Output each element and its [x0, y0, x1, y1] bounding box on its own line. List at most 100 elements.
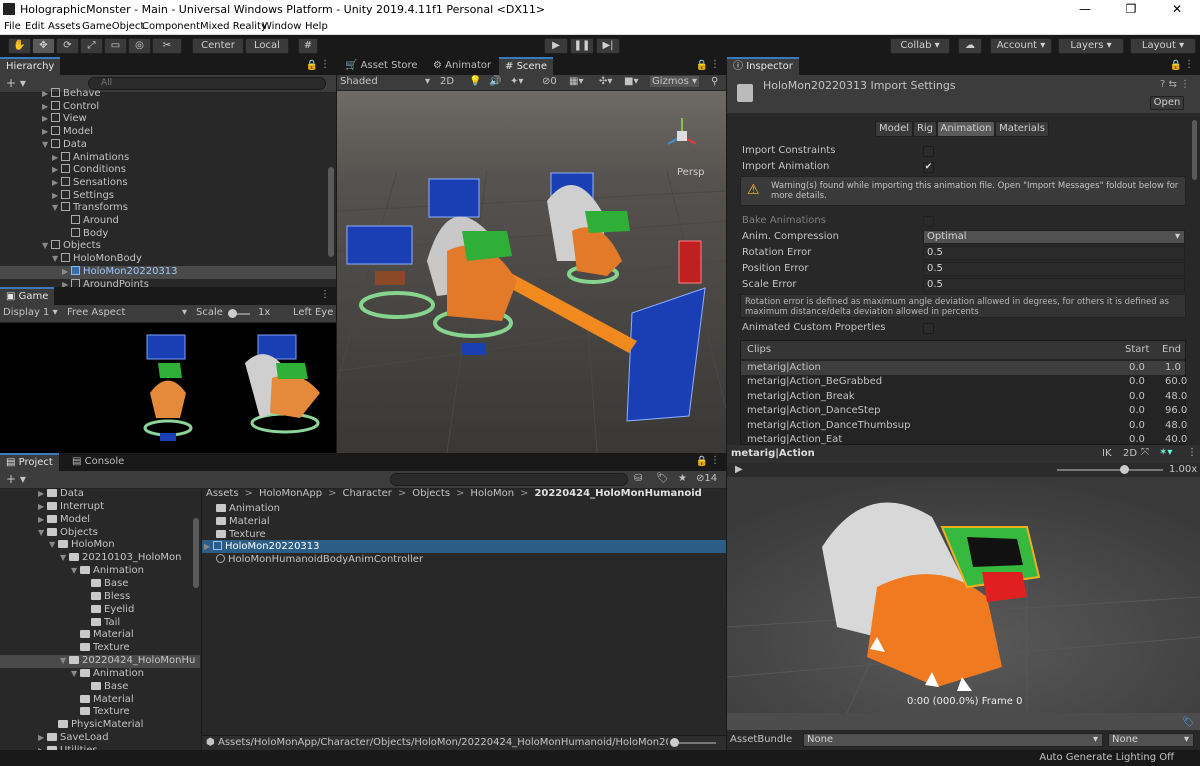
foldout-arrow-icon[interactable]: ▼	[60, 655, 69, 667]
tab-project[interactable]: ▤ Project	[0, 453, 59, 471]
hierarchy-item[interactable]: ▼ HoloMonBody	[52, 253, 142, 265]
close-button[interactable]: ✕	[1154, 0, 1200, 19]
hierarchy-item[interactable]: ▼ Data	[42, 138, 87, 151]
clip-row[interactable]: metarig|Action_Break 0.0 48.0	[747, 390, 1187, 404]
account-dropdown[interactable]: Account ▾	[990, 38, 1052, 54]
breadcrumb-item[interactable]: HoloMon	[470, 488, 514, 499]
custom-tool-icon[interactable]: ✂	[152, 38, 182, 54]
step-button[interactable]: ▶|	[596, 38, 620, 54]
menu-assets[interactable]: Assets	[48, 21, 81, 32]
hierarchy-item[interactable]: Body	[62, 227, 108, 240]
pause-button[interactable]: ❚❚	[570, 38, 594, 54]
folder-tree-item[interactable]: ▼ Objects	[38, 527, 98, 539]
foldout-arrow-icon[interactable]: ▶	[62, 266, 71, 278]
foldout-arrow-icon[interactable]: ▶	[42, 126, 51, 138]
folder-tree-item[interactable]: Bless	[82, 591, 130, 603]
foldout-arrow-icon[interactable]: ▼	[71, 668, 80, 680]
speed-slider[interactable]	[1057, 469, 1163, 471]
hierarchy-item[interactable]: ▶ View	[42, 113, 87, 125]
position-error-field[interactable]: 0.5	[923, 262, 1185, 276]
assetbundle-name-dropdown[interactable]: None ▾	[803, 733, 1103, 747]
layout-dropdown[interactable]: Layout ▾	[1130, 38, 1196, 54]
panel-menu-icon[interactable]: ⋮	[1184, 59, 1194, 70]
project-file-item[interactable]: Animation	[216, 503, 280, 515]
tab-model[interactable]: Model	[875, 121, 913, 137]
filter-label-icon[interactable]: 🏷	[656, 473, 669, 484]
grid-icon[interactable]: ▦▾	[569, 76, 583, 87]
project-file-item[interactable]: Material	[216, 516, 270, 528]
foldout-arrow-icon[interactable]: ▶	[42, 101, 51, 113]
camera-icon[interactable]: ■▾	[624, 76, 638, 87]
shading-dropdown[interactable]: Shaded ▾	[340, 76, 430, 87]
folder-tree-item[interactable]: ▼ HoloMon	[49, 539, 115, 551]
panel-menu-icon[interactable]: ⋮	[320, 289, 330, 300]
preview-play-button[interactable]: ▶	[735, 464, 743, 475]
label-icon[interactable]: 🏷	[1182, 717, 1195, 728]
speed-slider-thumb[interactable]	[1120, 465, 1129, 474]
folder-tree-item[interactable]: ▼ Animation	[71, 668, 144, 680]
tab-game[interactable]: ▣ Game	[0, 287, 55, 305]
import-constraints-checkbox[interactable]	[923, 146, 934, 157]
folder-tree-item[interactable]: PhysicMaterial	[49, 719, 143, 731]
menu-mixed-reality[interactable]: Mixed Reality	[200, 21, 267, 32]
lighting-icon[interactable]: 💡	[469, 76, 481, 87]
hierarchy-search-input[interactable]: All	[88, 77, 326, 90]
audio-icon[interactable]: 🔊	[489, 76, 501, 87]
scale-slider-thumb[interactable]	[228, 309, 237, 318]
tab-materials[interactable]: Materials	[995, 121, 1049, 137]
hierarchy-item[interactable]: ▶ Animations	[52, 151, 129, 164]
foldout-arrow-icon[interactable]: ▶	[42, 113, 51, 125]
rotate-tool-icon[interactable]: ⟳	[56, 38, 79, 54]
panel-menu-icon[interactable]: ⋮	[710, 455, 720, 466]
collab-button[interactable]: Collab ▾	[890, 38, 950, 54]
scene-search-icon[interactable]: ⚲	[711, 76, 718, 87]
panel-menu-icon[interactable]: ⋮	[710, 59, 720, 70]
folder-tree-item[interactable]: Eyelid	[82, 604, 134, 616]
menu-help[interactable]: Help	[305, 21, 328, 32]
tab-inspector[interactable]: ⓘ Inspector	[727, 57, 799, 75]
open-button[interactable]: Open	[1150, 96, 1184, 110]
hierarchy-item[interactable]: ▶ Settings	[52, 189, 114, 202]
anim-compression-dropdown[interactable]: Optimal ▾	[923, 230, 1185, 244]
hierarchy-item[interactable]: ▼ Objects	[42, 240, 101, 252]
animated-custom-properties-checkbox[interactable]	[923, 323, 934, 334]
assetbundle-variant-dropdown[interactable]: None ▾	[1108, 733, 1194, 747]
folder-tree-item[interactable]: ▶ Model	[38, 514, 90, 526]
tab-console[interactable]: ▤ Console	[66, 453, 130, 471]
hierarchy-item[interactable]: Around	[62, 215, 119, 227]
effects-icon[interactable]: ✦▾	[510, 76, 523, 87]
folder-tree-item[interactable]: ▶ Interrupt	[38, 501, 104, 513]
lock-icon[interactable]: 🔒	[1170, 60, 1182, 71]
cloud-icon[interactable]: ☁	[958, 38, 982, 54]
filter-type-icon[interactable]: ⛁	[634, 473, 642, 484]
foldout-arrow-icon[interactable]: ▼	[60, 552, 69, 564]
hierarchy-item[interactable]: ▶ AroundPoints	[62, 278, 149, 287]
ik-toggle[interactable]: IK	[1102, 448, 1112, 459]
folder-tree-item[interactable]: ▶ SaveLoad	[38, 732, 109, 744]
transform-tool-icon[interactable]: ◎	[128, 38, 151, 54]
foldout-arrow-icon[interactable]: ▼	[42, 240, 51, 252]
pivot-center-button[interactable]: Center	[192, 38, 244, 54]
foldout-arrow-icon[interactable]: ▶	[52, 152, 61, 164]
foldout-arrow-icon[interactable]: ▼	[52, 202, 61, 214]
aspect-dropdown[interactable]: Free Aspect ▾	[67, 307, 187, 318]
rect-tool-icon[interactable]: ▭	[104, 38, 127, 54]
menu-gameobject[interactable]: GameObject	[82, 21, 144, 32]
hierarchy-item[interactable]: ▼ Transforms	[52, 202, 128, 214]
menu-edit[interactable]: Edit	[25, 21, 44, 32]
scale-error-field[interactable]: 0.5	[923, 278, 1185, 292]
project-tree-scrollbar[interactable]	[193, 518, 199, 588]
favorite-icon[interactable]: ★	[678, 473, 687, 484]
move-tool-icon[interactable]: ✥	[32, 38, 55, 54]
clip-row[interactable]: metarig|Action 0.0 1.0	[747, 361, 1181, 375]
pivot-local-button[interactable]: Local	[245, 38, 289, 54]
foldout-arrow-icon[interactable]: ▼	[42, 139, 51, 151]
menu-window[interactable]: Window	[262, 21, 301, 32]
folder-tree-item[interactable]: ▶ Data	[38, 488, 84, 500]
grid-snap-icon[interactable]: #	[298, 38, 318, 54]
tab-rig[interactable]: Rig	[913, 121, 937, 137]
create-button[interactable]: + ▾	[6, 76, 26, 90]
play-button[interactable]: ▶	[544, 38, 568, 54]
foldout-arrow-icon[interactable]: ▶	[52, 190, 61, 202]
project-search-input[interactable]	[390, 473, 628, 486]
